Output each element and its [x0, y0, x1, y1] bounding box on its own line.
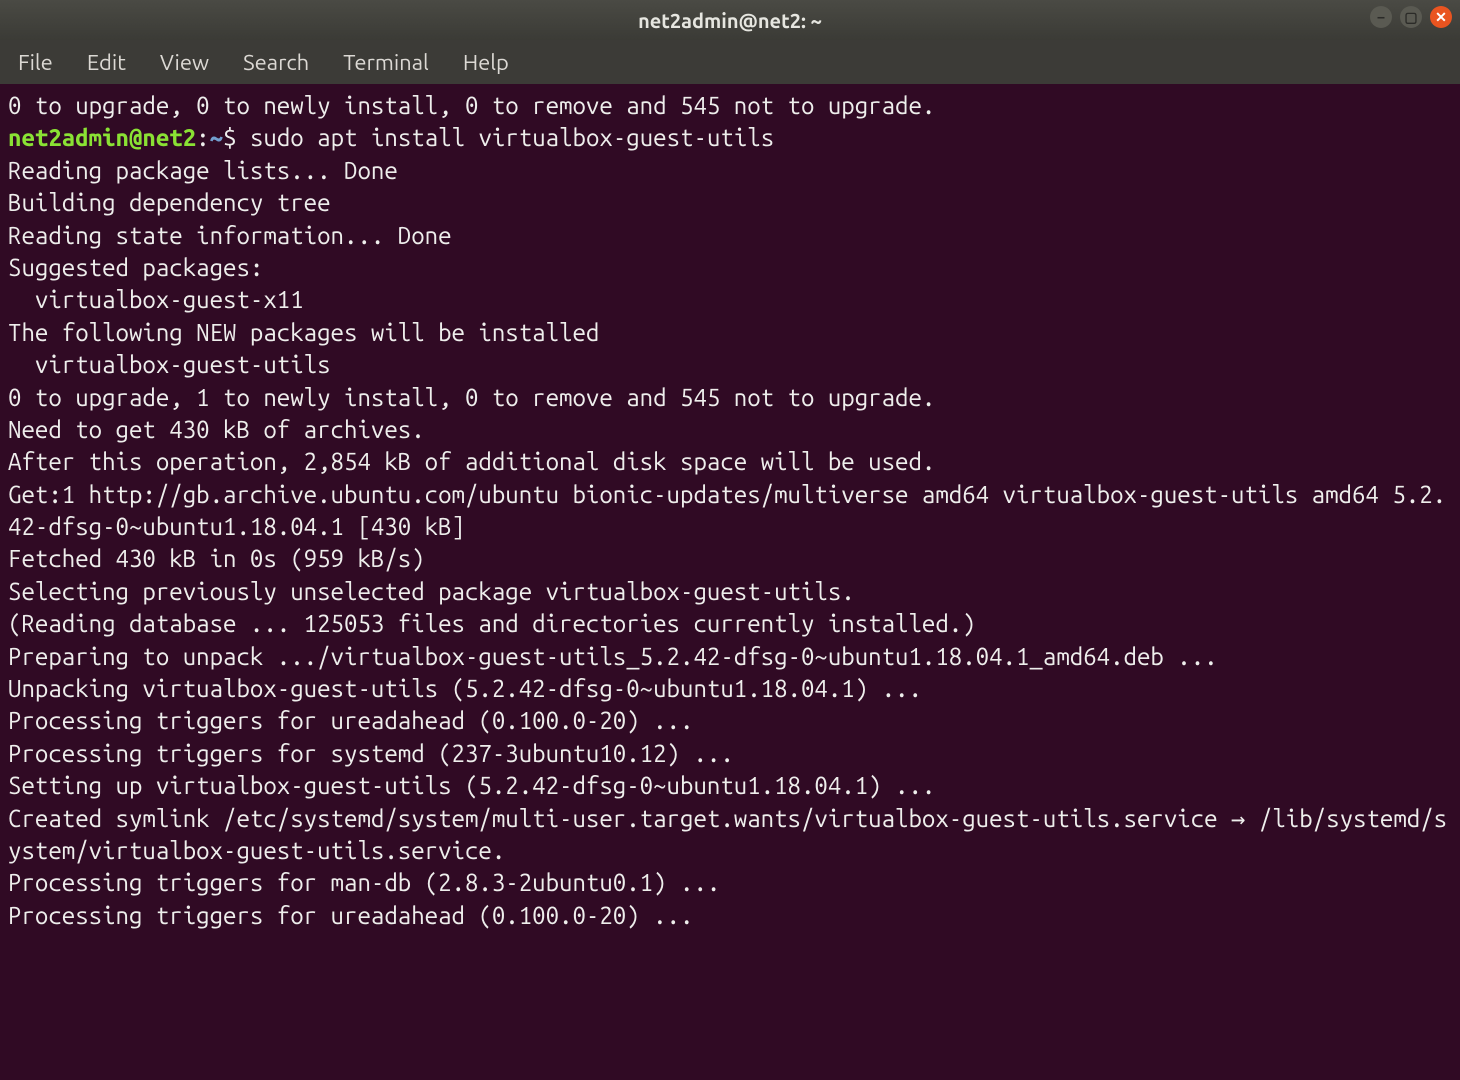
menubar: File Edit View Search Terminal Help: [0, 40, 1460, 84]
output-line: Reading state information... Done: [8, 222, 452, 249]
menu-file[interactable]: File: [12, 46, 59, 79]
output-line: Setting up virtualbox-guest-utils (5.2.4…: [8, 772, 935, 799]
output-line: (Reading database ... 125053 files and d…: [8, 610, 976, 637]
output-line: Preparing to unpack .../virtualbox-guest…: [8, 643, 1218, 670]
entered-command: sudo apt install virtualbox-guest-utils: [250, 124, 774, 151]
menu-search[interactable]: Search: [237, 46, 315, 79]
output-line: Processing triggers for ureadahead (0.10…: [8, 902, 693, 929]
output-line: 0 to upgrade, 1 to newly install, 0 to r…: [8, 384, 935, 411]
output-line: Created symlink /etc/systemd/system/mult…: [8, 805, 1447, 864]
terminal-output[interactable]: 0 to upgrade, 0 to newly install, 0 to r…: [0, 84, 1460, 1080]
output-line: 0 to upgrade, 0 to newly install, 0 to r…: [8, 92, 935, 119]
menu-view[interactable]: View: [154, 46, 215, 79]
output-line: Processing triggers for systemd (237-3ub…: [8, 740, 734, 767]
output-line: Need to get 430 kB of archives.: [8, 416, 425, 443]
prompt-path: ~: [210, 124, 223, 151]
output-line: Selecting previously unselected package …: [8, 578, 855, 605]
maximize-button[interactable]: ▢: [1400, 6, 1422, 28]
output-line: Get:1 http://gb.archive.ubuntu.com/ubunt…: [8, 481, 1446, 540]
output-line: Suggested packages:: [8, 254, 263, 281]
output-line: Processing triggers for man-db (2.8.3-2u…: [8, 869, 720, 896]
output-line: After this operation, 2,854 kB of additi…: [8, 448, 935, 475]
output-line: virtualbox-guest-x11: [8, 286, 304, 313]
menu-terminal[interactable]: Terminal: [337, 46, 435, 79]
output-line: Reading package lists... Done: [8, 157, 398, 184]
output-line: Fetched 430 kB in 0s (959 kB/s): [8, 545, 425, 572]
menu-help[interactable]: Help: [457, 46, 515, 79]
prompt-colon: :: [196, 124, 209, 151]
terminal-window: net2admin@net2: ~ – ▢ ✕ File Edit View S…: [0, 0, 1460, 1080]
output-line: Building dependency tree: [8, 189, 331, 216]
prompt-symbol: $: [223, 124, 236, 151]
close-icon: ✕: [1435, 9, 1447, 26]
output-line: virtualbox-guest-utils: [8, 351, 331, 378]
minimize-button[interactable]: –: [1370, 6, 1392, 28]
output-line: Processing triggers for ureadahead (0.10…: [8, 707, 693, 734]
close-button[interactable]: ✕: [1430, 6, 1452, 28]
window-controls: – ▢ ✕: [1370, 6, 1452, 28]
maximize-icon: ▢: [1404, 9, 1417, 26]
window-title: net2admin@net2: ~: [638, 9, 822, 32]
minimize-icon: –: [1378, 9, 1385, 25]
menu-edit[interactable]: Edit: [81, 46, 132, 79]
output-line: Unpacking virtualbox-guest-utils (5.2.42…: [8, 675, 922, 702]
prompt-user-host: net2admin@net2: [8, 124, 196, 151]
output-line: The following NEW packages will be insta…: [8, 319, 599, 346]
window-titlebar: net2admin@net2: ~ – ▢ ✕: [0, 0, 1460, 40]
